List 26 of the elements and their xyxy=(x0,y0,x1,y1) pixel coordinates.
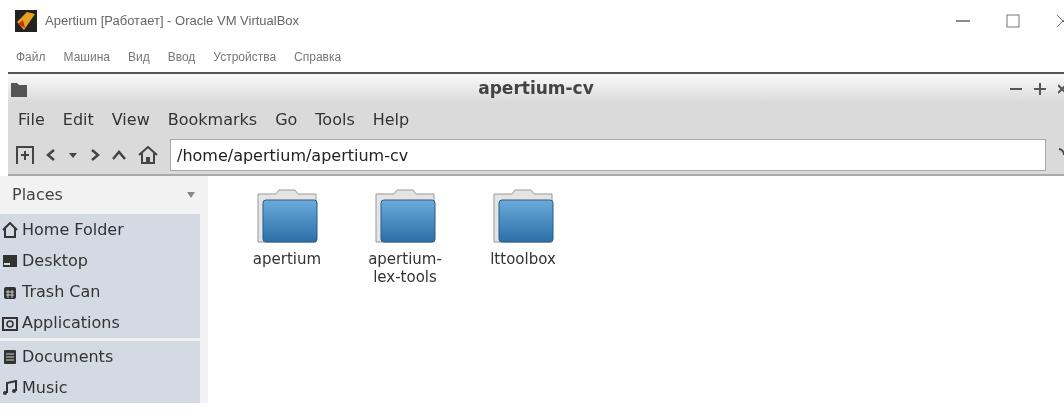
menu-item[interactable]: View xyxy=(109,108,152,132)
folder-name: apertium- lex-tools xyxy=(367,250,443,286)
sidebar-item[interactable]: Home Folder xyxy=(0,214,200,245)
menu-item[interactable]: Справка xyxy=(294,48,342,66)
address-field[interactable]: /home/apertium/apertium-cv xyxy=(170,139,1046,171)
menu-item[interactable]: Машина xyxy=(63,48,110,66)
sidebar-item[interactable]: Desktop xyxy=(0,245,200,276)
folder-name: lttoolbox xyxy=(489,250,557,268)
menu-item[interactable]: Tools xyxy=(313,108,357,132)
menu-item[interactable]: Вид xyxy=(127,48,150,66)
menu-item[interactable]: Edit xyxy=(60,108,96,132)
window-title: Apertium [Работает] - Oracle VM VirtualBox xyxy=(45,12,300,31)
menu-item[interactable]: File xyxy=(16,108,47,132)
window-title: apertium-cv xyxy=(478,77,594,101)
sidebar-item[interactable]: Applications xyxy=(0,307,200,338)
menu-item[interactable]: Go xyxy=(273,108,300,132)
sidebar-item[interactable]: Documents xyxy=(0,341,200,372)
menu-item[interactable]: Файл xyxy=(16,48,46,66)
sidebar-item[interactable]: Music xyxy=(0,372,200,403)
menu-item[interactable]: Help xyxy=(370,108,412,132)
sidebar-header: Places xyxy=(12,184,63,206)
menu-item[interactable]: Устройства xyxy=(213,48,277,66)
folder-name: apertium xyxy=(251,250,323,268)
menu-item[interactable]: Ввод xyxy=(167,48,196,66)
sidebar-item[interactable]: Trash Can xyxy=(0,276,200,307)
menu-item[interactable]: Bookmarks xyxy=(165,108,260,132)
